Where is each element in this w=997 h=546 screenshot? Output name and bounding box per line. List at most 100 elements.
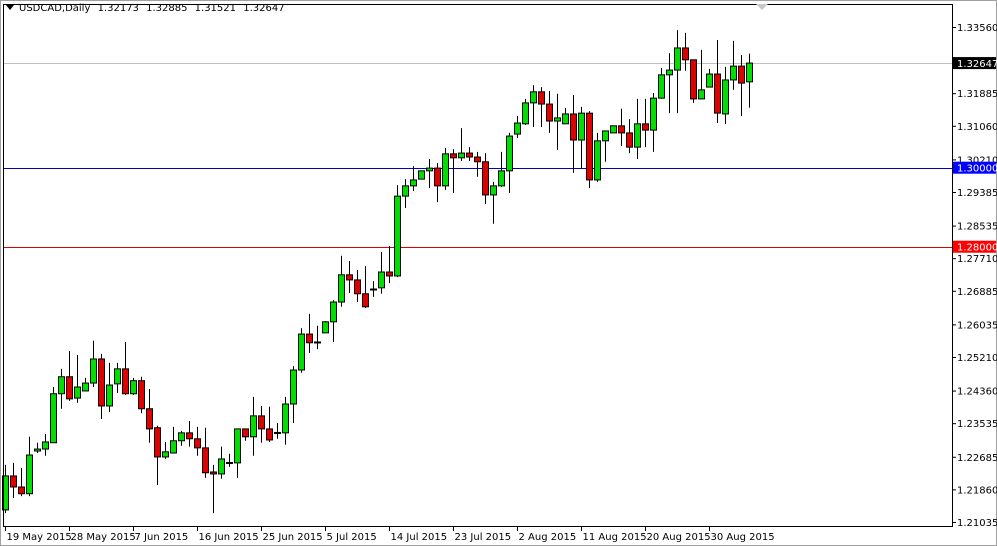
bull-candle bbox=[282, 403, 289, 434]
bull-candle bbox=[314, 341, 321, 344]
bull-candle bbox=[706, 73, 713, 88]
bull-candle bbox=[490, 185, 497, 196]
bull-candle bbox=[370, 288, 377, 291]
y-tick-label: 1.28535 bbox=[957, 222, 997, 233]
bull-candle bbox=[650, 97, 657, 131]
price-level-label: 1.32647 bbox=[957, 59, 997, 70]
bear-candle bbox=[194, 438, 201, 449]
bear-candle bbox=[138, 380, 145, 410]
bull-candle bbox=[114, 368, 121, 385]
bear-candle bbox=[306, 333, 313, 344]
bull-candle bbox=[322, 321, 329, 334]
bull-candle bbox=[330, 301, 337, 323]
bear-candle bbox=[570, 113, 577, 141]
bear-candle bbox=[354, 279, 361, 295]
x-tick-label: 20 Aug 2015 bbox=[647, 532, 711, 543]
y-tick-label: 1.31060 bbox=[957, 122, 997, 133]
bull-candle bbox=[290, 369, 297, 405]
bear-candle bbox=[10, 475, 17, 488]
bull-candle bbox=[26, 454, 33, 495]
bull-candle bbox=[218, 458, 225, 475]
y-tick-label: 1.26035 bbox=[957, 320, 997, 331]
x-tick-label: 14 Jul 2015 bbox=[391, 532, 448, 543]
bull-candle bbox=[554, 117, 561, 122]
bull-candle bbox=[42, 441, 49, 450]
x-tick-label: 19 May 2015 bbox=[7, 532, 72, 543]
bear-candle bbox=[586, 112, 593, 181]
bull-candle bbox=[170, 440, 177, 454]
bull-candle bbox=[50, 393, 57, 444]
bull-candle bbox=[506, 135, 513, 172]
bull-candle bbox=[426, 167, 433, 172]
bull-candle bbox=[234, 428, 241, 464]
bull-candle bbox=[162, 451, 169, 458]
y-tick-label: 1.22685 bbox=[957, 453, 997, 464]
plot-border bbox=[3, 4, 953, 527]
x-tick-label: 25 Jun 2015 bbox=[263, 532, 323, 543]
x-tick-label: 7 Jun 2015 bbox=[135, 532, 189, 543]
bull-candle bbox=[226, 461, 233, 464]
x-tick-label: 28 May 2015 bbox=[71, 532, 136, 543]
bear-candle bbox=[202, 447, 209, 474]
bull-candle bbox=[298, 333, 305, 371]
bull-candle bbox=[610, 125, 617, 134]
chart-shift-icon bbox=[756, 4, 768, 10]
x-tick-label: 23 Jul 2015 bbox=[455, 532, 512, 543]
bull-candle bbox=[730, 65, 737, 81]
bear-candle bbox=[346, 274, 353, 281]
bull-candle bbox=[274, 431, 281, 434]
y-tick-label: 1.21860 bbox=[957, 485, 997, 496]
x-tick-label: 16 Jun 2015 bbox=[199, 532, 259, 543]
bull-candle bbox=[250, 415, 257, 438]
y-tick-label: 1.27710 bbox=[957, 254, 997, 265]
bear-candle bbox=[186, 432, 193, 440]
bull-candle bbox=[578, 112, 585, 141]
bear-candle bbox=[738, 65, 745, 84]
y-tick-label: 1.21035 bbox=[957, 518, 997, 529]
bull-candle bbox=[602, 130, 609, 142]
y-tick-label: 1.29385 bbox=[957, 188, 997, 199]
bear-candle bbox=[546, 103, 553, 122]
bull-candle bbox=[498, 170, 505, 187]
bear-candle bbox=[474, 156, 481, 163]
bear-candle bbox=[154, 427, 161, 458]
open-value: 1.32173 bbox=[97, 3, 139, 14]
x-tick-label: 30 Aug 2015 bbox=[711, 532, 775, 543]
bull-candle bbox=[378, 271, 385, 289]
y-tick-label: 1.25210 bbox=[957, 353, 997, 364]
bull-candle bbox=[514, 122, 521, 135]
chart-header: USDCAD,Daily 1.32173 1.32885 1.31521 1.3… bbox=[6, 3, 289, 14]
y-tick-label: 1.24360 bbox=[957, 387, 997, 398]
bull-candle bbox=[418, 170, 425, 180]
bull-candle bbox=[674, 47, 681, 71]
bull-candle bbox=[394, 195, 401, 277]
bull-candle bbox=[658, 74, 665, 99]
bull-candle bbox=[90, 358, 97, 384]
bull-candle bbox=[106, 384, 113, 407]
bear-candle bbox=[266, 428, 273, 441]
bull-candle bbox=[338, 274, 345, 303]
price-level-label: 1.28000 bbox=[957, 243, 997, 254]
y-tick-label: 1.26885 bbox=[957, 287, 997, 298]
candlestick-chart[interactable]: 1.335601.318851.310601.302101.293851.285… bbox=[0, 0, 997, 546]
bull-candle bbox=[722, 79, 729, 115]
dropdown-triangle-icon[interactable] bbox=[6, 5, 14, 10]
bull-candle bbox=[82, 382, 89, 392]
bear-candle bbox=[682, 47, 689, 61]
bear-candle bbox=[362, 293, 369, 308]
bull-candle bbox=[178, 432, 185, 442]
bull-candle bbox=[74, 386, 81, 399]
bear-candle bbox=[122, 368, 129, 395]
bear-candle bbox=[482, 161, 489, 196]
bull-candle bbox=[522, 102, 529, 125]
bull-candle bbox=[442, 153, 449, 187]
bear-candle bbox=[538, 91, 545, 105]
bear-candle bbox=[210, 471, 217, 475]
bear-candle bbox=[434, 167, 441, 187]
bull-candle bbox=[410, 179, 417, 187]
bull-candle bbox=[58, 376, 65, 395]
bull-candle bbox=[530, 91, 537, 104]
low-value: 1.31521 bbox=[194, 3, 237, 14]
bull-candle bbox=[698, 89, 705, 100]
bull-candle bbox=[634, 123, 641, 148]
